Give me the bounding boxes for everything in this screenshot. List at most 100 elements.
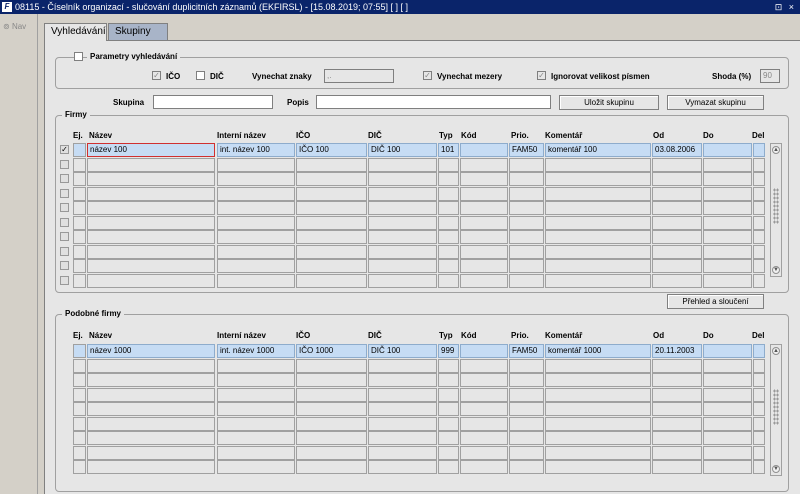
komentar-cell[interactable] [545,186,651,201]
dic-cell[interactable]: DIČ 100 [368,143,437,157]
komentar-cell[interactable] [545,431,651,445]
vynechat-znaky-input[interactable]: ,. [324,69,394,83]
tab-vyhledavani[interactable]: Vyhledávání [44,23,107,41]
interni-cell[interactable] [217,215,295,230]
nazev-cell[interactable] [87,172,215,186]
prio-cell[interactable] [509,387,544,402]
del-cell[interactable] [753,416,765,431]
del-cell[interactable] [753,387,765,402]
row-select-checkbox[interactable] [60,275,69,285]
dic-cell[interactable] [368,215,437,230]
ej-cell[interactable] [73,431,86,445]
del-cell[interactable] [753,157,765,172]
dic-cell[interactable] [368,387,437,402]
komentar-cell[interactable] [545,157,651,172]
od-cell[interactable]: 20.11.2003 [652,344,702,358]
do-cell[interactable] [703,416,752,431]
od-cell[interactable] [652,172,702,186]
ej-cell[interactable] [73,172,86,186]
do-cell[interactable] [703,373,752,387]
ico-cell[interactable] [296,445,367,460]
del-cell[interactable] [753,186,765,201]
do-cell[interactable] [703,230,752,244]
kod-cell[interactable] [460,460,508,474]
dic-cell[interactable] [368,358,437,373]
nazev-cell[interactable] [87,244,215,259]
ico-cell[interactable] [296,215,367,230]
kod-cell[interactable] [460,358,508,373]
interni-cell[interactable]: int. název 1000 [217,344,295,358]
interni-cell[interactable] [217,230,295,244]
prio-cell[interactable] [509,172,544,186]
del-cell[interactable] [753,259,765,273]
ej-cell[interactable] [73,215,86,230]
do-cell[interactable] [703,157,752,172]
kod-cell[interactable] [460,273,508,288]
prio-cell[interactable] [509,460,544,474]
row-select-checkbox[interactable] [60,174,69,183]
scroll-down-icon[interactable]: ▼ [772,465,780,473]
komentar-cell[interactable] [545,215,651,230]
ej-cell[interactable] [73,344,86,358]
dic-checkbox[interactable] [196,71,205,80]
prio-cell[interactable]: FAM50 [509,344,544,358]
interni-cell[interactable] [217,259,295,273]
komentar-cell[interactable] [545,230,651,244]
typ-cell[interactable] [438,373,459,387]
nazev-cell[interactable] [87,215,215,230]
scroll-up-icon[interactable]: ▲ [772,146,780,154]
scroll-up-icon[interactable]: ▲ [772,347,780,355]
kod-cell[interactable] [460,445,508,460]
od-cell[interactable] [652,230,702,244]
ico-cell[interactable]: IČO 100 [296,143,367,157]
ej-cell[interactable] [73,373,86,387]
do-cell[interactable] [703,215,752,230]
dic-cell[interactable] [368,259,437,273]
del-cell[interactable] [753,172,765,186]
interni-cell[interactable] [217,445,295,460]
nazev-cell[interactable] [87,186,215,201]
scroll-down-icon[interactable]: ▼ [772,266,780,274]
ico-cell[interactable] [296,273,367,288]
dic-cell[interactable] [368,416,437,431]
nazev-cell[interactable] [87,157,215,172]
prio-cell[interactable] [509,201,544,215]
interni-cell[interactable] [217,186,295,201]
do-cell[interactable] [703,344,752,358]
kod-cell[interactable] [460,387,508,402]
typ-cell[interactable] [438,186,459,201]
prio-cell[interactable] [509,402,544,416]
od-cell[interactable] [652,460,702,474]
komentar-cell[interactable] [545,460,651,474]
nazev-cell[interactable] [87,201,215,215]
ej-cell[interactable] [73,273,86,288]
prehled-a-slouceni-button[interactable]: Přehled a sloučení [667,294,764,309]
dic-cell[interactable] [368,460,437,474]
typ-cell[interactable] [438,431,459,445]
prio-cell[interactable] [509,186,544,201]
komentar-cell[interactable] [545,201,651,215]
kod-cell[interactable] [460,373,508,387]
od-cell[interactable] [652,157,702,172]
ej-cell[interactable] [73,244,86,259]
ej-cell[interactable] [73,186,86,201]
dic-cell[interactable] [368,445,437,460]
prio-cell[interactable] [509,358,544,373]
nazev-cell[interactable] [87,387,215,402]
typ-cell[interactable] [438,358,459,373]
do-cell[interactable] [703,402,752,416]
firmy-scrollbar[interactable]: ▲ ▼ [770,143,782,277]
od-cell[interactable]: 03.08.2006 [652,143,702,157]
do-cell[interactable] [703,143,752,157]
dic-cell[interactable] [368,186,437,201]
typ-cell[interactable] [438,259,459,273]
del-cell[interactable] [753,445,765,460]
od-cell[interactable] [652,387,702,402]
do-cell[interactable] [703,431,752,445]
ej-cell[interactable] [73,402,86,416]
del-cell[interactable] [753,358,765,373]
ico-cell[interactable] [296,460,367,474]
nazev-cell[interactable] [87,460,215,474]
nazev-cell[interactable] [87,373,215,387]
dic-cell[interactable] [368,244,437,259]
